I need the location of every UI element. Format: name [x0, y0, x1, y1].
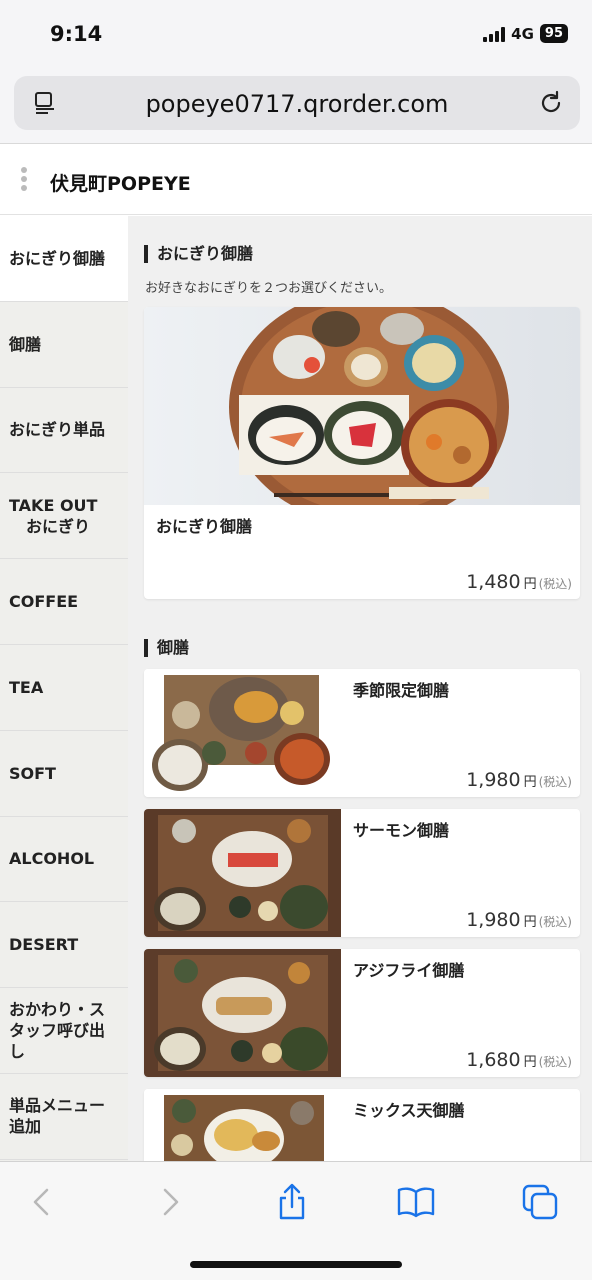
- status-time: 9:14: [50, 22, 103, 46]
- sidebar-item-label: 御膳: [9, 334, 42, 354]
- price-value: 1,980: [466, 909, 521, 931]
- sidebar-item-label: ALCOHOL: [9, 849, 95, 869]
- url-text[interactable]: popeye0717.qrorder.com: [14, 90, 580, 118]
- sidebar-item-label: おにぎり: [26, 516, 91, 536]
- signal-icon: [483, 26, 506, 42]
- price-currency: 円: [523, 577, 537, 592]
- sidebar-item-label: おにぎり単品: [9, 420, 106, 440]
- menu-item-name: 季節限定御膳: [353, 681, 450, 700]
- home-indicator: [190, 1261, 402, 1268]
- menu-item-price: 1,980 円 (税込): [466, 909, 572, 931]
- sidebar-item-onigiri-gozen[interactable]: おにぎり御膳: [0, 216, 128, 302]
- section-description: お好きなおにぎりを２つお選びください。: [145, 281, 393, 296]
- menu-item-card[interactable]: サーモン御膳 1,980 円 (税込): [144, 809, 580, 937]
- sidebar-item-desert[interactable]: DESERT: [0, 902, 128, 989]
- sidebar-item-label: SOFT: [9, 763, 56, 783]
- sidebar-item-gozen[interactable]: 御膳: [0, 302, 128, 388]
- sidebar-item-label: タッフ呼び出: [9, 1021, 106, 1041]
- back-icon[interactable]: [22, 1182, 62, 1222]
- drag-handle-icon[interactable]: [21, 167, 29, 193]
- menu-content: おにぎり御膳 お好きなおにぎりを２つお選びください。 おにぎり御膳 1,480 …: [128, 216, 592, 1161]
- menu-item-price: 1,980 円 (税込): [466, 769, 572, 791]
- price-value: 1,980: [466, 769, 521, 791]
- sidebar-item-takeout[interactable]: TAKE OUT おにぎり: [0, 473, 128, 560]
- price-currency: 円: [523, 775, 537, 790]
- menu-item-card[interactable]: おにぎり御膳 1,480 円 (税込): [144, 307, 580, 599]
- price-currency: 円: [523, 915, 537, 930]
- sidebar-item-staff-call[interactable]: おかわり・ス タッフ呼び出 し: [0, 988, 128, 1074]
- menu-item-name: アジフライ御膳: [353, 961, 465, 980]
- food-photo: [144, 669, 341, 797]
- sidebar-item-label: DESERT: [9, 935, 79, 955]
- sidebar-item-alcohol[interactable]: ALCOHOL: [0, 817, 128, 903]
- price-tax-note: (税込): [538, 775, 572, 789]
- sidebar-item-label: TAKE OUT: [9, 495, 98, 515]
- network-type: 4G: [511, 24, 534, 43]
- price-tax-note: (税込): [538, 577, 572, 591]
- status-indicators: 4G 95: [483, 24, 568, 43]
- food-photo: [144, 949, 341, 1077]
- reload-icon[interactable]: [538, 90, 564, 116]
- sidebar-item-tea[interactable]: TEA: [0, 645, 128, 731]
- price-value: 1,680: [466, 1049, 521, 1071]
- sidebar-item-coffee[interactable]: COFFEE: [0, 559, 128, 645]
- site-header: 伏見町POPEYE: [0, 145, 592, 215]
- price-value: 1,480: [466, 571, 521, 593]
- shop-name: 伏見町POPEYE: [50, 173, 191, 195]
- section-title: おにぎり御膳: [144, 245, 253, 263]
- food-photo: [144, 1089, 341, 1161]
- menu-item-card[interactable]: アジフライ御膳 1,680 円 (税込): [144, 949, 580, 1077]
- price-currency: 円: [523, 1055, 537, 1070]
- menu-item-name: ミックス天御膳: [353, 1101, 465, 1120]
- menu-item-price: 1,480 円 (税込): [466, 571, 572, 593]
- menu-item-price: 1,680 円 (税込): [466, 1049, 572, 1071]
- sidebar-item-label: おにぎり御膳: [9, 248, 106, 268]
- sidebar-item-soft[interactable]: SOFT: [0, 731, 128, 817]
- sidebar-item-label: COFFEE: [9, 592, 79, 612]
- bookmarks-icon[interactable]: [396, 1182, 436, 1222]
- tabs-icon[interactable]: [520, 1182, 560, 1222]
- menu-item-name: サーモン御膳: [353, 821, 450, 840]
- address-bar[interactable]: popeye0717.qrorder.com: [14, 76, 580, 130]
- price-tax-note: (税込): [538, 1055, 572, 1069]
- category-sidebar: おにぎり御膳 御膳 おにぎり単品 TAKE OUT おにぎり COFFEE TE…: [0, 216, 128, 1161]
- sidebar-item-label: おかわり・ス: [9, 1000, 106, 1020]
- price-tax-note: (税込): [538, 915, 572, 929]
- status-bar: 9:14 4G 95: [0, 0, 592, 70]
- section-title: 御膳: [144, 639, 189, 657]
- sidebar-item-onigiri-single[interactable]: おにぎり単品: [0, 388, 128, 474]
- forward-icon[interactable]: [150, 1182, 190, 1222]
- battery-icon: 95: [539, 24, 568, 43]
- sidebar-item-add-single[interactable]: 単品メニュー 追加: [0, 1074, 128, 1160]
- sidebar-item-label: TEA: [9, 677, 44, 697]
- food-photo: [144, 307, 580, 505]
- sidebar-item-label: 単品メニュー: [9, 1096, 106, 1116]
- browser-address-area: popeye0717.qrorder.com: [0, 70, 592, 144]
- sidebar-item-label: 追加: [9, 1117, 42, 1137]
- menu-item-name: おにぎり御膳: [156, 517, 253, 536]
- share-icon[interactable]: [272, 1182, 312, 1222]
- food-photo: [144, 809, 341, 937]
- menu-item-card[interactable]: 季節限定御膳 1,980 円 (税込): [144, 669, 580, 797]
- sidebar-item-label: し: [9, 1042, 26, 1062]
- menu-item-card[interactable]: ミックス天御膳: [144, 1089, 580, 1161]
